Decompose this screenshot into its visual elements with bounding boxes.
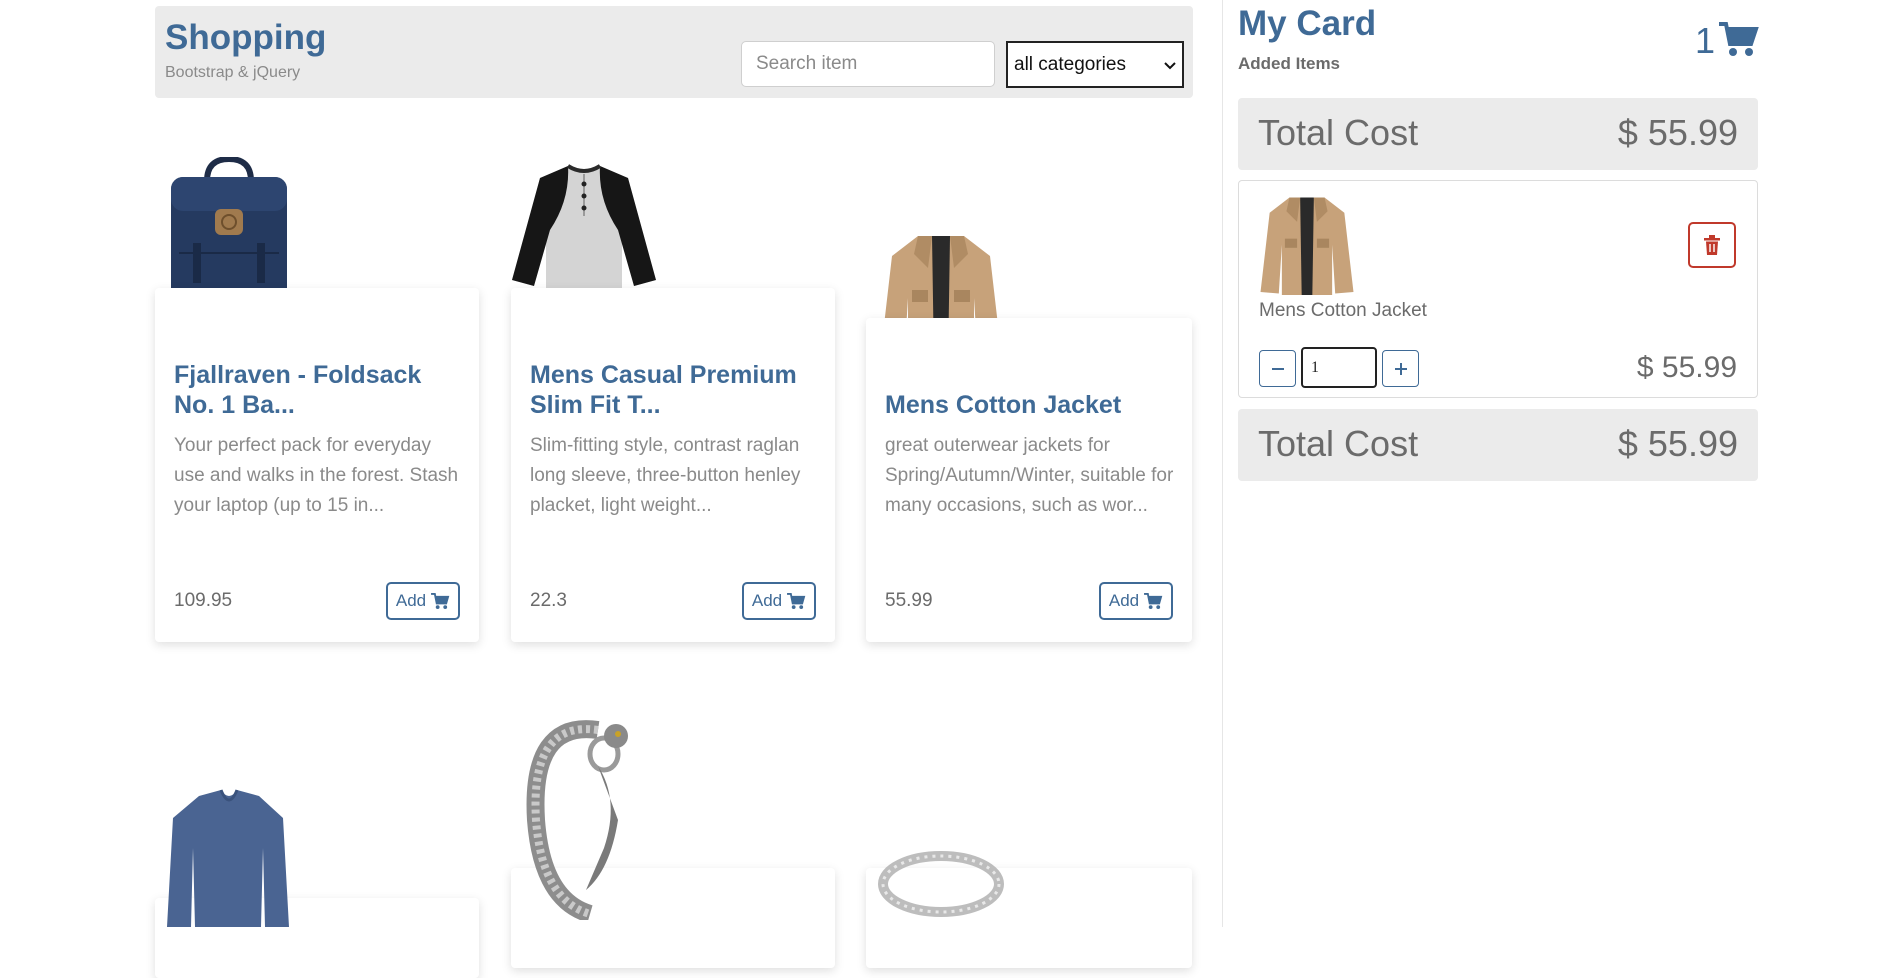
- cart-count: 1: [1695, 20, 1716, 61]
- product-price: 109.95: [174, 590, 233, 611]
- minus-icon: [1271, 367, 1284, 370]
- add-button-label: Add: [395, 591, 427, 610]
- quantity-input[interactable]: [1301, 347, 1377, 388]
- remove-item-button[interactable]: [1688, 222, 1736, 268]
- total-label: Total Cost: [1258, 112, 1419, 153]
- product-card: Mens Casual Premium Slim Fit T... Slim-f…: [511, 288, 835, 642]
- shopping-cart-icon: [431, 592, 450, 609]
- search-input[interactable]: [741, 41, 995, 87]
- product-card: Fjallraven - Foldsack No. 1 Ba... Your p…: [155, 288, 479, 642]
- product-description: Slim-fitting style, contrast raglan long…: [530, 435, 801, 516]
- add-to-cart-button[interactable]: Add: [1099, 582, 1173, 620]
- trash-icon: [1704, 235, 1720, 255]
- shop-header: Shopping Bootstrap & jQuery all categori…: [155, 6, 1193, 98]
- plus-icon: [1394, 362, 1407, 375]
- add-to-cart-button[interactable]: Add: [742, 582, 816, 620]
- category-select-value: all categories: [1014, 53, 1126, 75]
- decrease-quantity-button[interactable]: [1259, 350, 1296, 387]
- cart-total-bottom: Total Cost $ 55.99: [1238, 409, 1758, 481]
- shopping-cart-icon: [1144, 592, 1163, 609]
- increase-quantity-button[interactable]: [1382, 350, 1419, 387]
- product-title[interactable]: Mens Cotton Jacket: [885, 390, 1175, 420]
- add-to-cart-button[interactable]: Add: [386, 582, 460, 620]
- category-select[interactable]: all categories: [1006, 41, 1184, 88]
- cart-item: Mens Cotton Jacket $ 55.99: [1238, 180, 1758, 398]
- cart-item-name: Mens Cotton Jacket: [1259, 300, 1427, 321]
- product-image-bracelet: [526, 720, 628, 920]
- cart-item-image: [1260, 197, 1354, 296]
- total-value: $ 55.99: [1617, 112, 1738, 153]
- total-value: $ 55.99: [1617, 423, 1738, 464]
- add-button-label: Add: [751, 591, 783, 610]
- cart-title: My Card: [1238, 4, 1377, 43]
- product-description: Your perfect pack for everyday use and w…: [174, 435, 459, 516]
- product-description: great outerwear jackets for Spring/Autum…: [885, 435, 1174, 516]
- product-price: 55.99: [885, 590, 933, 611]
- total-label: Total Cost: [1258, 423, 1419, 464]
- cart-item-price: $ 55.99: [1636, 351, 1737, 384]
- product-price: 22.3: [530, 590, 567, 611]
- product-image-ring: [878, 851, 1004, 917]
- product-card: Mens Cotton Jacket great outerwear jacke…: [866, 318, 1192, 642]
- page-subtitle: Bootstrap & jQuery: [165, 64, 301, 81]
- column-divider: [1222, 0, 1223, 927]
- page-title: Shopping: [165, 18, 327, 57]
- shopping-cart-icon: [787, 592, 806, 609]
- chevron-down-icon: [1164, 61, 1176, 69]
- shopping-cart-icon[interactable]: [1719, 22, 1759, 58]
- add-button-label: Add: [1108, 591, 1140, 610]
- cart-total-top: Total Cost $ 55.99: [1238, 98, 1758, 170]
- product-title[interactable]: Fjallraven - Foldsack No. 1 Ba...: [174, 360, 464, 420]
- product-title[interactable]: Mens Casual Premium Slim Fit T...: [530, 360, 820, 420]
- cart-subtitle: Added Items: [1238, 54, 1341, 73]
- product-image-long-sleeve-shirt: [167, 789, 289, 927]
